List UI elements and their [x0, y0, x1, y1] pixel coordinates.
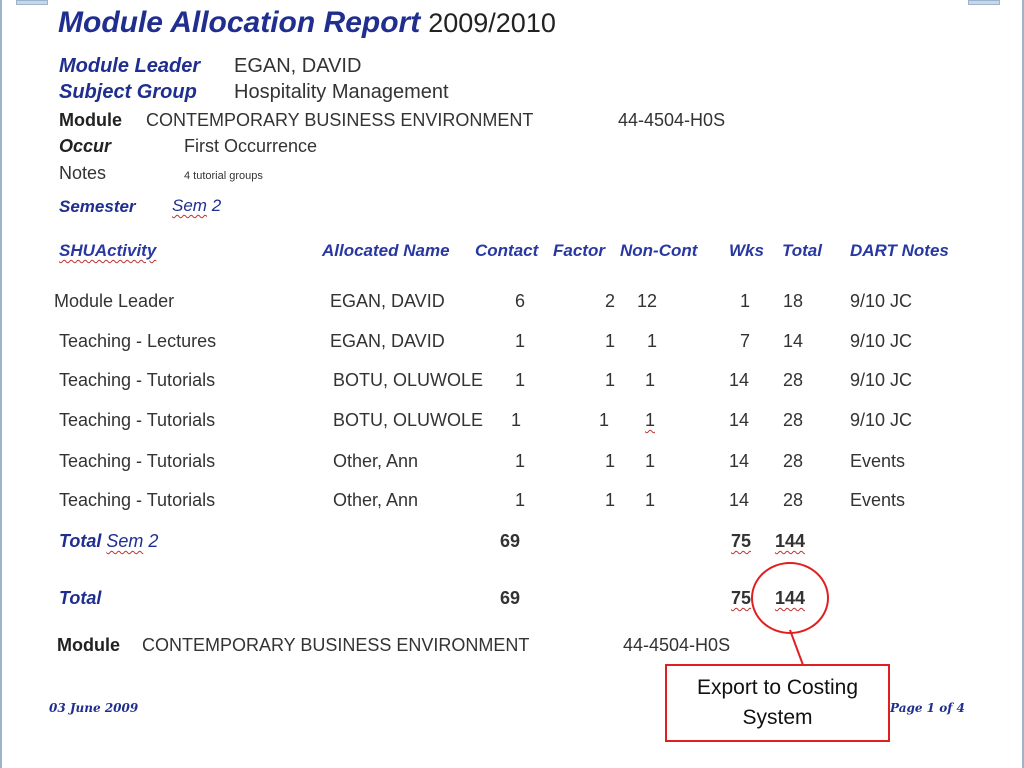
highlight-circle — [751, 562, 829, 634]
callout-connector-line — [789, 629, 804, 666]
callout-box: Export to Costing System — [665, 664, 890, 742]
callout-text: Export to Costing System — [696, 676, 859, 729]
